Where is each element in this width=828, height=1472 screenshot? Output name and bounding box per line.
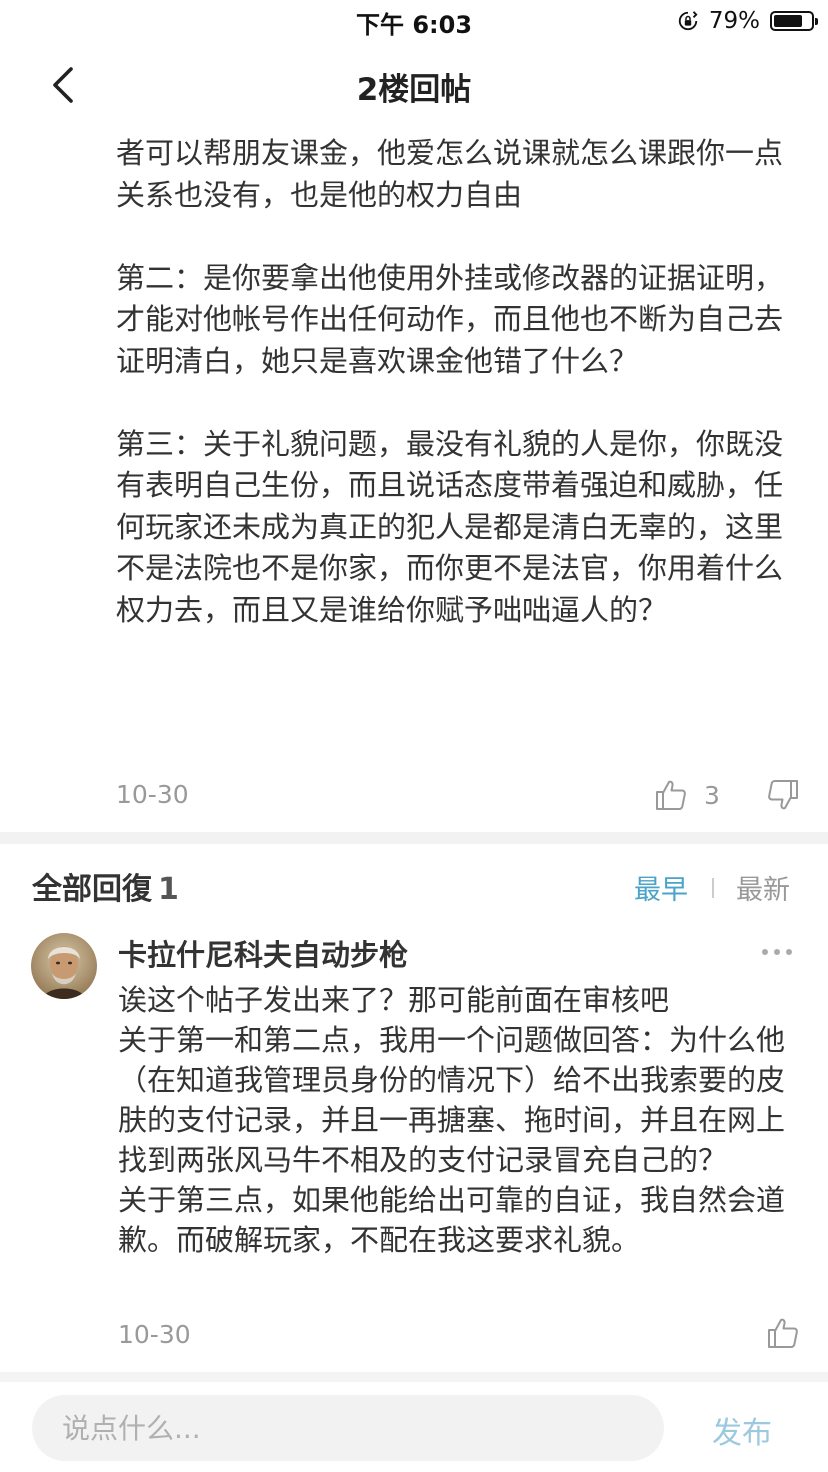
- battery-icon: [770, 11, 818, 31]
- post-paragraph: 第三：关于礼貌问题，最没有礼貌的人是你，你既没有表明自己生份，而且说话态度带着强…: [116, 426, 784, 627]
- post-paragraph: 第二：是你要拿出他使用外挂或修改器的证据证明，才能对他帐号作出任何动作，而且他也…: [116, 260, 784, 378]
- dislike-button[interactable]: [766, 778, 800, 816]
- more-dot-icon: [786, 949, 792, 955]
- like-button[interactable]: 3: [654, 778, 720, 812]
- battery-fill: [774, 15, 803, 27]
- nav-bar: 2楼回帖: [0, 42, 828, 126]
- replies-header: 全部回復 1 最早 最新: [0, 864, 828, 912]
- sort-toggle: 最早 最新: [634, 868, 790, 907]
- replies-title-label: 全部回復: [32, 872, 152, 907]
- section-divider: [0, 832, 828, 844]
- publish-button[interactable]: 发布: [712, 1408, 772, 1452]
- comment-date: 10-30: [118, 1320, 191, 1349]
- comment-input[interactable]: [32, 1395, 664, 1461]
- battery-percent: 79%: [708, 8, 760, 34]
- status-bar: 下午 6:03 79%: [0, 0, 828, 42]
- comment-line: 关于第一和第二点，我用一个问题做回答：为什么他（在知道我管理员身份的情况下）给不…: [118, 1023, 786, 1177]
- more-dot-icon: [774, 949, 780, 955]
- status-right: 79%: [677, 6, 818, 36]
- post-body: 者可以帮朋友课金，他爱怎么说课就怎么课跟你一点关系也没有，也是他的权力自由 第二…: [116, 133, 796, 631]
- post-date: 10-30: [116, 780, 189, 809]
- replies-title: 全部回復 1: [32, 864, 179, 908]
- sort-newest-tab[interactable]: 最新: [736, 868, 790, 907]
- thumbs-up-icon: [768, 1318, 798, 1348]
- comment-line: 关于第三点，如果他能给出可靠的自证，我自然会道歉。而破解玩家，不配在我这要求礼貌…: [118, 1183, 786, 1257]
- avatar-image: [31, 933, 97, 999]
- more-dot-icon: [762, 949, 768, 955]
- like-count: 3: [704, 780, 720, 810]
- comment-line: 诶这个帖子发出来了？那可能前面在审核吧: [118, 983, 670, 1017]
- input-bar: 发布: [0, 1382, 828, 1472]
- bottom-divider: [0, 1372, 828, 1382]
- avatar[interactable]: [31, 933, 97, 999]
- thumbs-up-icon: [656, 780, 686, 810]
- orientation-lock-icon: [678, 11, 698, 31]
- page-title: 2楼回帖: [356, 72, 472, 108]
- comment-like-button[interactable]: [766, 1316, 800, 1354]
- sort-separator: [712, 877, 714, 898]
- replies-count: 1: [158, 872, 179, 907]
- comment-author[interactable]: 卡拉什尼科夫自动步枪: [118, 932, 408, 974]
- thumbs-down-icon: [768, 780, 798, 810]
- post-meta: 10-30 3: [116, 780, 806, 814]
- comment-body: 诶这个帖子发出来了？那可能前面在审核吧 关于第一和第二点，我用一个问题做回答：为…: [118, 980, 798, 1260]
- more-options-button[interactable]: [762, 940, 792, 964]
- post-paragraph: 者可以帮朋友课金，他爱怎么说课就怎么课跟你一点关系也没有，也是他的权力自由: [116, 136, 784, 212]
- screen: 下午 6:03 79% 2楼回帖 者可以帮朋友课金，他爱怎么说课就怎么课跟你一点…: [0, 0, 828, 1472]
- sort-earliest-tab[interactable]: 最早: [634, 868, 688, 907]
